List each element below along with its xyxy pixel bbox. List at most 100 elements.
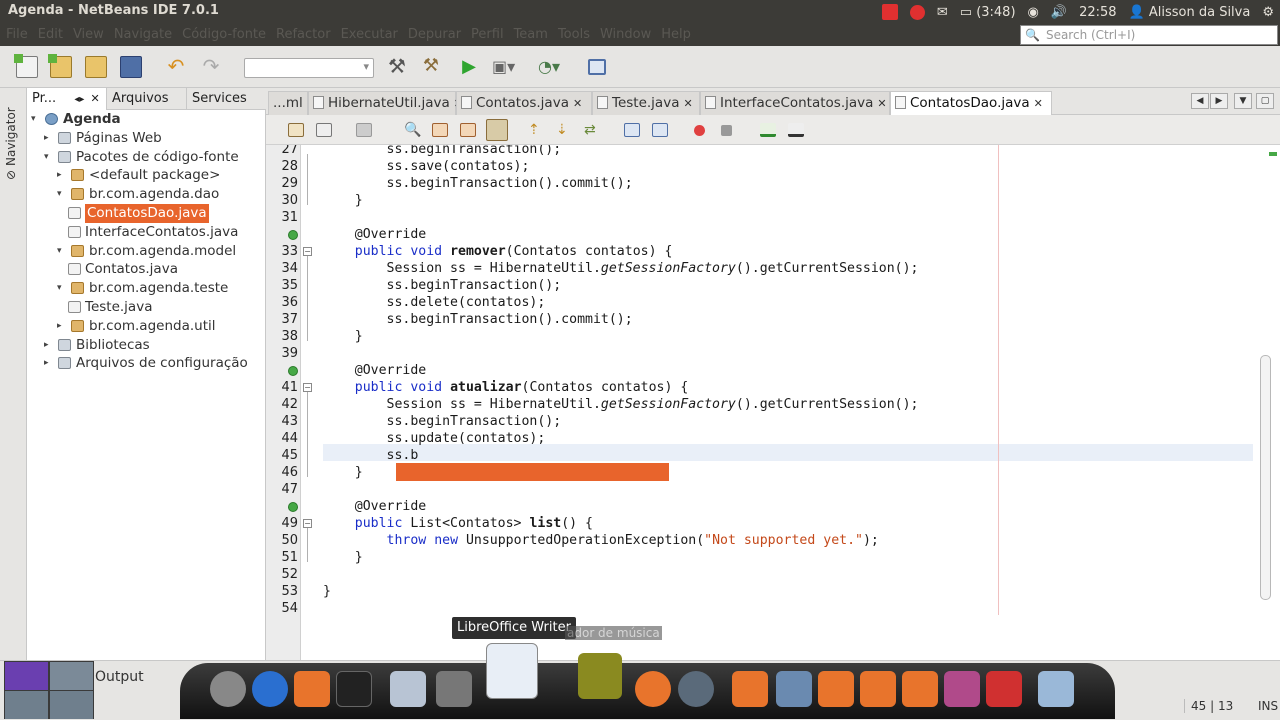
backup-icon[interactable] xyxy=(818,671,854,707)
collapse-icon[interactable]: ▾ xyxy=(31,110,41,129)
open-project-icon[interactable] xyxy=(85,56,107,78)
expand-icon[interactable]: ▸ xyxy=(44,336,54,355)
workspace-1[interactable] xyxy=(5,662,48,690)
menu-window[interactable]: Window xyxy=(600,27,651,42)
close-tab-icon[interactable]: ✕ xyxy=(877,97,886,110)
user-menu[interactable]: 👤 Alisson da Silva xyxy=(1129,5,1251,20)
find-previous-icon[interactable] xyxy=(432,123,448,137)
expand-icon[interactable]: ▸ xyxy=(44,354,54,373)
tab-list-icon[interactable]: ▼ xyxy=(1234,93,1252,109)
minimize-icon[interactable]: ◂▸ xyxy=(74,94,84,105)
debug-icon[interactable]: ▣▾ xyxy=(492,56,515,78)
gear-icon[interactable]: ⚙ xyxy=(1262,5,1274,20)
undo-icon[interactable]: ↶ xyxy=(165,56,187,78)
editor-tab[interactable]: Contatos.java ✕ xyxy=(456,91,592,115)
expand-icon[interactable]: ▸ xyxy=(57,166,67,185)
save-all-icon[interactable] xyxy=(120,56,142,78)
fold-icon[interactable]: − xyxy=(303,519,312,528)
tree-item[interactable]: ▾ br.com.agenda.dao xyxy=(27,185,265,204)
menu-c-digo-fonte[interactable]: Código-fonte xyxy=(182,27,266,42)
ubuntu-icon[interactable] xyxy=(210,671,246,707)
clean-build-icon[interactable]: ⚒ xyxy=(420,56,442,78)
start-macro-icon[interactable] xyxy=(694,125,705,136)
fold-icon[interactable]: − xyxy=(303,247,312,256)
code-editor[interactable]: 27 28 29 30 31 33 34 35 36 37 38 39 41 42 43 44 45 46 47 49… xyxy=(266,145,1280,666)
libreoffice-writer-icon[interactable] xyxy=(486,643,538,699)
workspace-switcher[interactable] xyxy=(4,661,94,719)
chat-icon[interactable] xyxy=(678,671,714,707)
workspace-2[interactable] xyxy=(50,662,93,690)
menu-tools[interactable]: Tools xyxy=(558,27,590,42)
screenshot-icon[interactable] xyxy=(390,671,426,707)
next-bookmark-icon[interactable]: ⇣ xyxy=(556,123,572,137)
menu-refactor[interactable]: Refactor xyxy=(276,27,331,42)
tab-services[interactable]: Services xyxy=(187,88,266,110)
output-tab[interactable]: Output xyxy=(95,669,144,685)
tree-item[interactable]: ContatosDao.java xyxy=(27,203,265,223)
redo-icon[interactable]: ↷ xyxy=(200,56,222,78)
override-icon[interactable] xyxy=(288,502,298,512)
home-folder-icon[interactable] xyxy=(732,671,768,707)
collapse-icon[interactable]: ▾ xyxy=(44,148,54,167)
workspace-4[interactable] xyxy=(50,691,93,719)
scroll-right-icon[interactable]: ▶ xyxy=(1210,93,1228,109)
menu-team[interactable]: Team xyxy=(514,27,548,42)
volume-icon[interactable]: 🔊 xyxy=(1051,5,1067,20)
tree-item[interactable]: Teste.java xyxy=(27,298,265,317)
menu-depurar[interactable]: Depurar xyxy=(408,27,461,42)
documents-folder-icon[interactable] xyxy=(902,671,938,707)
uncomment-icon[interactable] xyxy=(788,123,804,137)
source-history-icon[interactable] xyxy=(288,123,304,137)
power-icon[interactable] xyxy=(986,671,1022,707)
tree-item[interactable]: ▸ Bibliotecas xyxy=(27,336,265,355)
last-edit-icon[interactable] xyxy=(316,123,332,137)
accessibility-icon[interactable] xyxy=(252,671,288,707)
image-viewer-icon[interactable] xyxy=(944,671,980,707)
build-icon[interactable]: ⚒ xyxy=(386,56,408,78)
editor-tab[interactable]: ...ml xyxy=(268,91,308,115)
editor-tab[interactable]: ContatosDao.java ✕ xyxy=(890,91,1052,115)
search-box[interactable]: 🔍 Search (Ctrl+I) xyxy=(1020,25,1278,45)
previous-bookmark-icon[interactable]: ⇡ xyxy=(528,123,544,137)
override-icon[interactable] xyxy=(288,366,298,376)
box-icon[interactable] xyxy=(1038,671,1074,707)
menu-edit[interactable]: Edit xyxy=(38,27,63,42)
workspace-3[interactable] xyxy=(5,691,48,719)
close-icon[interactable]: ✕ xyxy=(91,92,100,105)
tree-item[interactable]: ▸ Arquivos de configuração xyxy=(27,354,265,373)
fold-icon[interactable]: − xyxy=(303,383,312,392)
menu-perfil[interactable]: Perfil xyxy=(471,27,504,42)
toggle-bookmark-icon[interactable]: ⇄ xyxy=(584,123,600,137)
tab-projects[interactable]: Pr... ◂▸ ✕ xyxy=(27,88,107,110)
tree-item[interactable]: ▾ Agenda xyxy=(27,110,265,129)
configuration-select[interactable] xyxy=(244,58,374,78)
find-next-icon[interactable] xyxy=(460,123,476,137)
clock[interactable]: 22:58 xyxy=(1079,5,1116,20)
override-icon[interactable] xyxy=(288,230,298,240)
collapse-icon[interactable]: ▾ xyxy=(57,185,67,204)
editor-tab[interactable]: HibernateUtil.java✕ xyxy=(308,91,463,115)
close-tab-icon[interactable]: ✕ xyxy=(573,97,582,110)
profile-icon[interactable]: ◔▾ xyxy=(538,56,560,78)
stop-icon[interactable] xyxy=(909,4,925,20)
back-icon[interactable] xyxy=(356,123,372,137)
mail-icon[interactable]: ✉ xyxy=(937,5,948,20)
editor-tab[interactable]: InterfaceContatos.java ✕ xyxy=(700,91,890,115)
expand-icon[interactable]: ▸ xyxy=(44,129,54,148)
network-folder-icon[interactable] xyxy=(776,671,812,707)
scroll-left-icon[interactable]: ◀ xyxy=(1191,93,1209,109)
editor-scrollbar[interactable] xyxy=(1260,150,1272,660)
tree-item[interactable]: ▾ Pacotes de código-fonte xyxy=(27,148,265,167)
menu-file[interactable]: File xyxy=(6,27,28,42)
comment-icon[interactable] xyxy=(760,123,776,137)
scroll-thumb[interactable] xyxy=(1260,355,1271,600)
tab-files[interactable]: Arquivos xyxy=(107,88,187,110)
menu-help[interactable]: Help xyxy=(661,27,691,42)
close-tab-icon[interactable]: ✕ xyxy=(683,97,692,110)
navigator-tab[interactable]: ⊘ Navigator xyxy=(4,100,18,180)
code-completion-popup[interactable]: ● beginTransaction() Transaction xyxy=(396,463,684,497)
collapse-icon[interactable]: ▾ xyxy=(57,279,67,298)
expand-icon[interactable]: ▸ xyxy=(57,317,67,336)
tree-item[interactable]: ▾ br.com.agenda.teste xyxy=(27,279,265,298)
downloads-folder-icon[interactable] xyxy=(860,671,896,707)
